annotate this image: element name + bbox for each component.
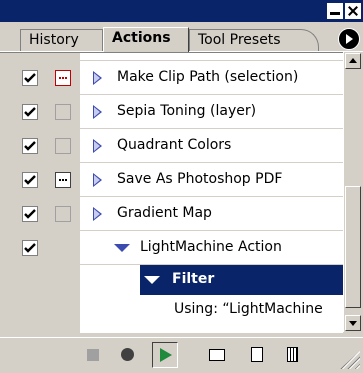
selection-highlight bbox=[140, 265, 343, 295]
toggle-checkbox[interactable] bbox=[22, 104, 38, 120]
close-icon[interactable] bbox=[345, 3, 361, 19]
action-label: LightMachine Action bbox=[140, 239, 282, 255]
actions-toolbar bbox=[0, 337, 363, 373]
dialog-toggle[interactable] bbox=[55, 206, 71, 222]
dialog-toggle[interactable] bbox=[55, 104, 71, 120]
resize-grip[interactable] bbox=[340, 351, 360, 369]
toggle-checkbox[interactable] bbox=[22, 70, 38, 86]
step-detail: Using: “LightMachine bbox=[174, 301, 323, 317]
toggle-checkbox[interactable] bbox=[22, 240, 38, 256]
palette-menu-arrow-icon[interactable] bbox=[338, 28, 360, 50]
triangle-right-icon[interactable] bbox=[93, 71, 102, 85]
scroll-up-icon[interactable] bbox=[345, 53, 361, 69]
stop-icon[interactable] bbox=[82, 344, 104, 366]
list-item[interactable]: Quadrant Colors bbox=[0, 129, 343, 163]
step-label: Filter bbox=[172, 271, 215, 287]
dialog-toggle[interactable] bbox=[55, 138, 71, 154]
trash-icon[interactable] bbox=[282, 344, 304, 366]
actions-list[interactable]: Make Clip Path (selection) Sepia Toning … bbox=[0, 52, 343, 333]
dialog-toggle[interactable] bbox=[55, 172, 71, 188]
list-item[interactable]: LightMachine Action bbox=[0, 231, 343, 265]
list-item-selected[interactable]: Filter bbox=[0, 265, 343, 295]
triangle-right-icon[interactable] bbox=[93, 207, 102, 221]
play-icon[interactable] bbox=[152, 342, 178, 368]
list-item[interactable]: Using: “LightMachine bbox=[0, 297, 343, 327]
triangle-right-icon[interactable] bbox=[93, 173, 102, 187]
toggle-checkbox[interactable] bbox=[22, 138, 38, 154]
tab-history[interactable]: History bbox=[20, 29, 103, 51]
scroll-thumb[interactable] bbox=[345, 186, 361, 308]
list-item[interactable]: Gradient Map bbox=[0, 197, 343, 231]
new-action-icon[interactable] bbox=[247, 344, 269, 366]
triangle-right-icon[interactable] bbox=[93, 139, 102, 153]
toggle-checkbox[interactable] bbox=[22, 172, 38, 188]
triangle-down-icon[interactable] bbox=[144, 276, 160, 284]
tab-bar: History Actions Tool Presets bbox=[0, 22, 363, 52]
toggle-checkbox[interactable] bbox=[22, 206, 38, 222]
action-label: Quadrant Colors bbox=[117, 137, 232, 153]
dialog-toggle[interactable] bbox=[55, 70, 71, 86]
list-item[interactable]: Save As Photoshop PDF bbox=[0, 163, 343, 197]
action-label: Sepia Toning (layer) bbox=[117, 103, 257, 119]
list-item[interactable] bbox=[0, 53, 343, 61]
action-label: Save As Photoshop PDF bbox=[117, 171, 283, 187]
palette-title-bar[interactable] bbox=[0, 0, 363, 22]
vertical-scrollbar[interactable] bbox=[343, 52, 362, 332]
tab-actions[interactable]: Actions bbox=[103, 27, 189, 52]
folder-icon[interactable] bbox=[207, 344, 229, 366]
list-item[interactable]: Sepia Toning (layer) bbox=[0, 95, 343, 129]
triangle-down-icon[interactable] bbox=[114, 244, 130, 252]
scroll-down-icon[interactable] bbox=[345, 315, 361, 331]
minimize-icon[interactable] bbox=[327, 3, 343, 19]
action-label: Make Clip Path (selection) bbox=[117, 69, 299, 85]
triangle-right-icon[interactable] bbox=[93, 105, 102, 119]
action-label: Gradient Map bbox=[117, 205, 212, 221]
record-icon[interactable] bbox=[117, 344, 139, 366]
list-item[interactable]: Make Clip Path (selection) bbox=[0, 61, 343, 95]
tab-tool-presets[interactable]: Tool Presets bbox=[189, 29, 319, 51]
